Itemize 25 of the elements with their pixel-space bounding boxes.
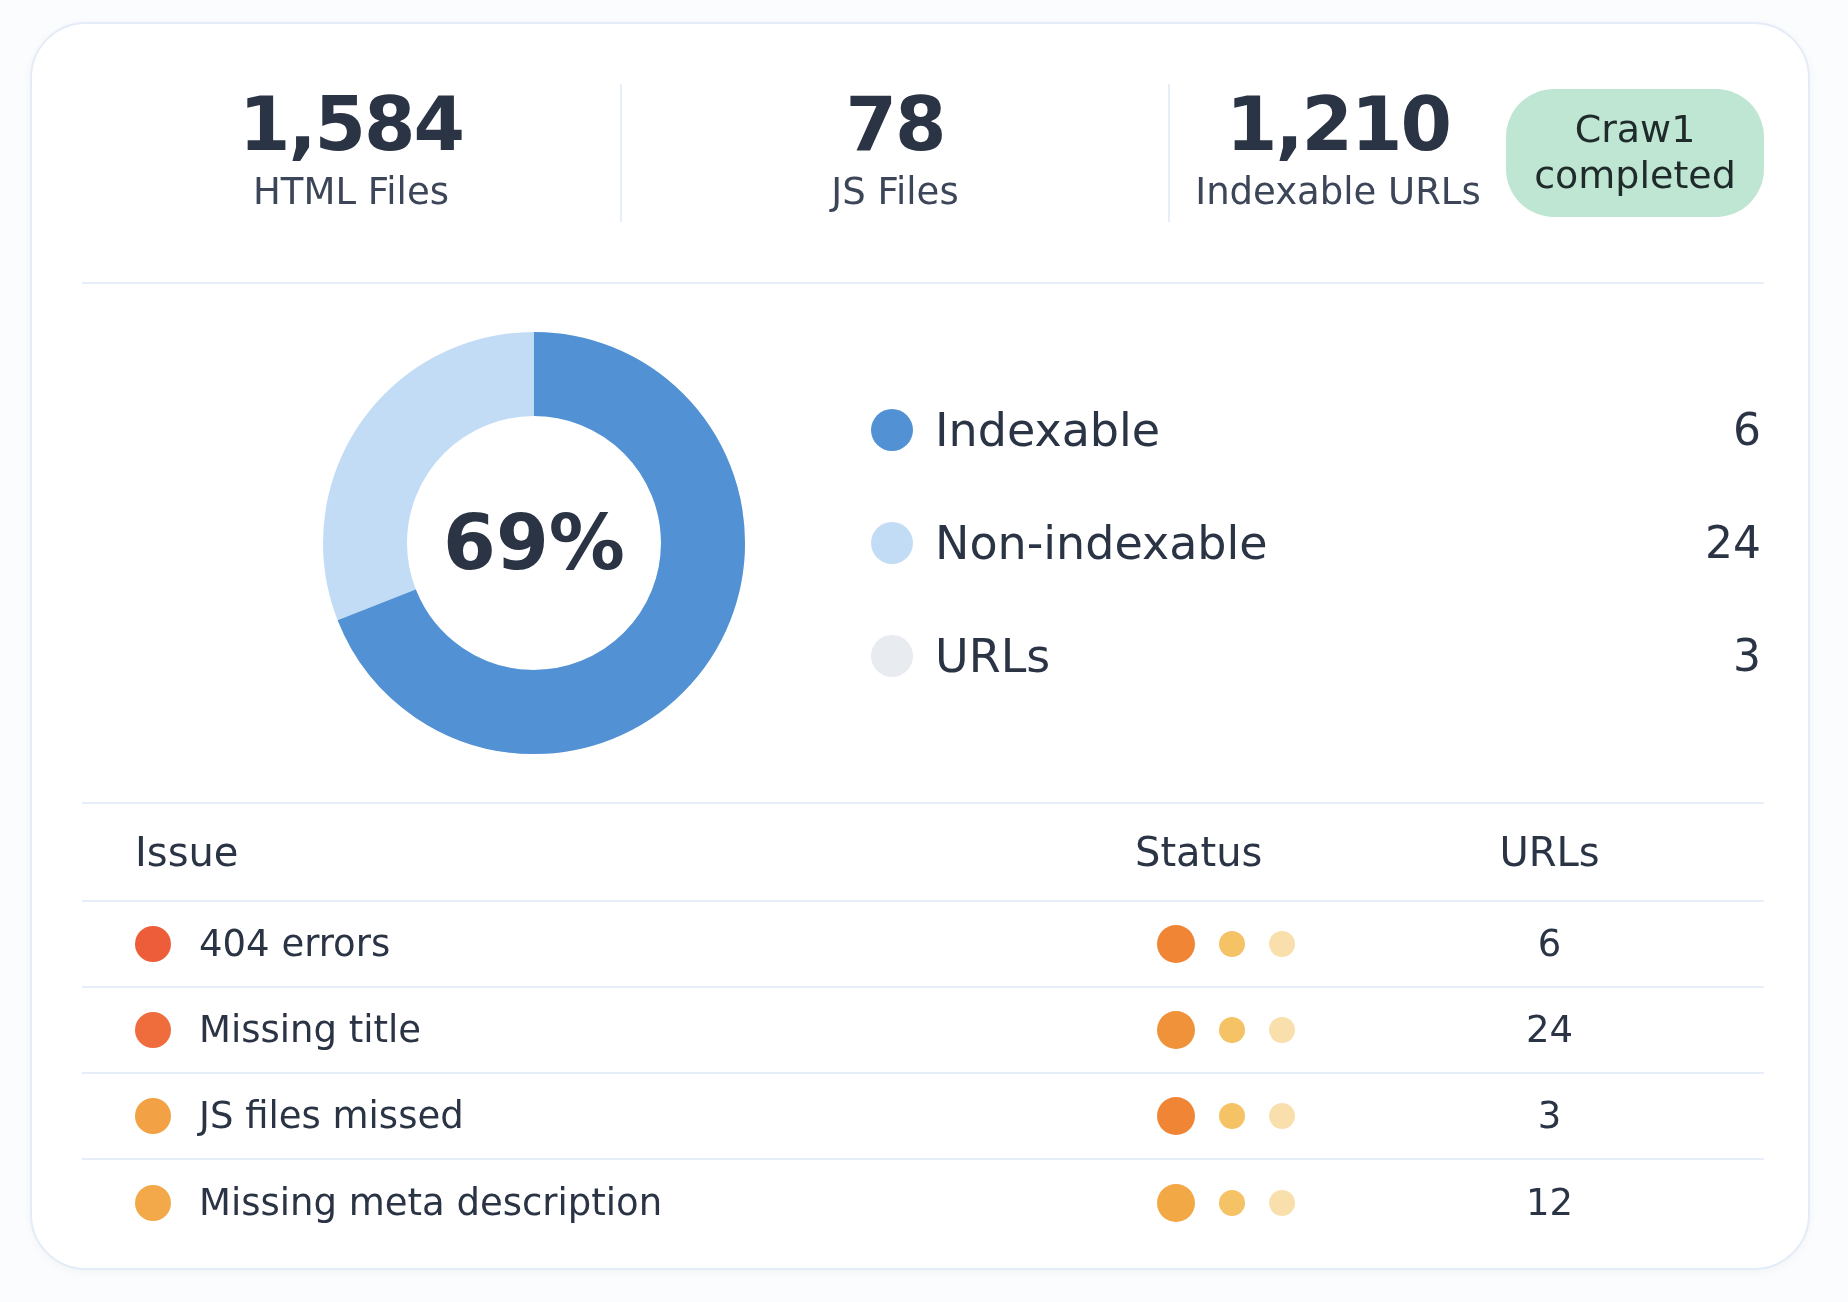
url-count: 3	[1536, 1093, 1563, 1140]
url-count: 12	[1524, 1180, 1575, 1227]
legend-count: 24	[1705, 516, 1761, 570]
stat-value: 78	[845, 86, 945, 165]
issue-name: Missing meta description	[199, 1180, 663, 1227]
legend-label: URLs	[935, 627, 1052, 685]
legend-count: 3	[1733, 629, 1761, 683]
stat-label: HTML Files	[253, 169, 449, 216]
column-header: Issue	[135, 828, 240, 877]
stat-label: JS Files	[831, 169, 959, 216]
status-badge: Craw1 completed	[1506, 89, 1764, 217]
legend-label: Indexable	[935, 401, 1162, 459]
url-count: 24	[1524, 1007, 1575, 1054]
donut-percent: 69%	[443, 497, 625, 589]
stat-value: 1,210	[1225, 86, 1451, 165]
legend-count: 6	[1733, 403, 1761, 457]
stat-value: 1,584	[238, 86, 464, 165]
stat-label: Indexable URLs	[1195, 169, 1481, 216]
legend-label: Non-indexable	[935, 514, 1269, 572]
column-header: URLs	[1498, 828, 1601, 877]
url-count: 6	[1536, 921, 1563, 968]
issue-name: Missing title	[199, 1007, 422, 1054]
issue-name: 404 errors	[199, 921, 391, 968]
issue-name: JS files missed	[199, 1093, 464, 1140]
column-header: Status	[1135, 828, 1264, 877]
